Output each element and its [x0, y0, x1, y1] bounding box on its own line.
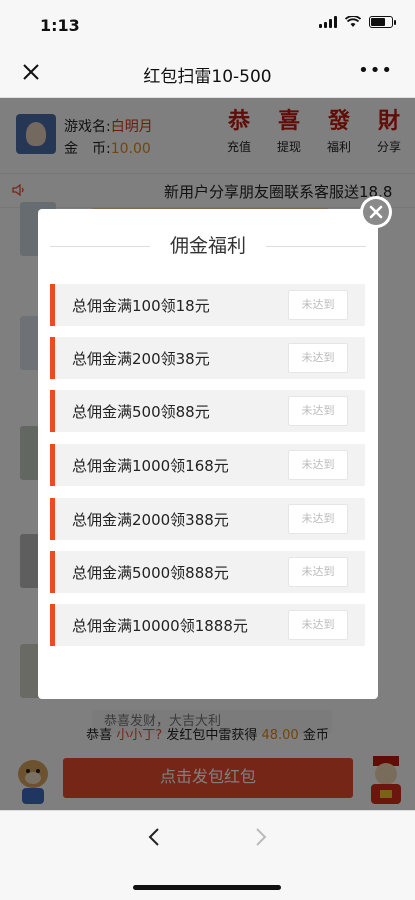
reward-row: 总佣金满2000领388元 未达到	[50, 498, 365, 540]
status-icons	[319, 16, 396, 28]
reward-row: 总佣金满1000领168元 未达到	[50, 444, 365, 486]
back-arrow-icon[interactable]	[145, 825, 165, 849]
dialog-close-button[interactable]	[360, 196, 392, 228]
row-accent-bar	[50, 337, 55, 379]
row-accent-bar	[50, 390, 55, 432]
row-accent-bar	[50, 444, 55, 486]
battery-icon	[369, 16, 396, 28]
reward-label: 总佣金满200领38元	[72, 350, 210, 368]
more-icon[interactable]: •••	[358, 60, 393, 81]
reward-label: 总佣金满1000领168元	[72, 457, 229, 475]
wifi-icon	[345, 16, 361, 27]
forward-arrow-icon[interactable]	[250, 825, 270, 849]
reward-label: 总佣金满5000领888元	[72, 564, 229, 582]
home-indicator	[133, 885, 281, 890]
reward-row: 总佣金满100领18元 未达到	[50, 284, 365, 326]
row-accent-bar	[50, 498, 55, 540]
claim-status-button[interactable]: 未达到	[288, 450, 348, 480]
row-accent-bar	[50, 551, 55, 593]
reward-row: 总佣金满200领38元 未达到	[50, 337, 365, 379]
claim-status-button[interactable]: 未达到	[288, 343, 348, 373]
reward-label: 总佣金满2000领388元	[72, 511, 229, 529]
reward-label: 总佣金满500领88元	[72, 403, 210, 421]
dialog-title: 佣金福利	[169, 235, 246, 257]
reward-label: 总佣金满10000领1888元	[72, 617, 248, 635]
claim-status-button[interactable]: 未达到	[288, 610, 348, 640]
row-accent-bar	[50, 284, 55, 326]
claim-status-button[interactable]: 未达到	[288, 290, 348, 320]
reward-row: 总佣金满5000领888元 未达到	[50, 551, 365, 593]
commission-welfare-dialog: 佣金福利 总佣金满100领18元 未达到 总佣金满200领38元 未达到 总佣金满5…	[38, 209, 378, 699]
status-bar: 1:13	[0, 0, 415, 48]
title-divider-right	[266, 246, 366, 247]
reward-label: 总佣金满100领18元	[72, 297, 210, 315]
claim-status-button[interactable]: 未达到	[288, 504, 348, 534]
claim-status-button[interactable]: 未达到	[288, 396, 348, 426]
status-time: 1:13	[40, 16, 80, 35]
reward-row: 总佣金满500领88元 未达到	[50, 390, 365, 432]
page-title: 红包扫雷10-500	[143, 67, 272, 87]
nav-bar: 红包扫雷10-500 •••	[0, 48, 415, 98]
claim-status-button[interactable]: 未达到	[288, 557, 348, 587]
row-accent-bar	[50, 604, 55, 646]
signal-icon	[319, 16, 337, 28]
close-icon	[363, 199, 389, 225]
reward-row: 总佣金满10000领1888元 未达到	[50, 604, 365, 646]
browser-toolbar	[0, 810, 415, 900]
